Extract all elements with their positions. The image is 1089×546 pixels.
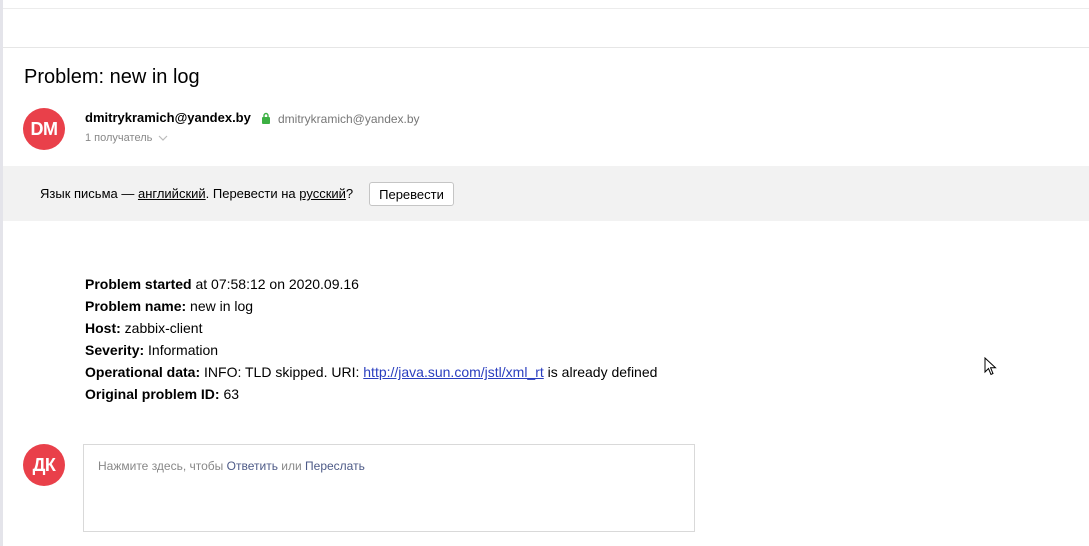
- quick-reply-box[interactable]: Нажмите здесь, чтобы Ответить или Пересл…: [83, 444, 695, 532]
- reply-middle: или: [277, 459, 306, 473]
- body-value: Information: [144, 342, 219, 358]
- translate-suffix: ?: [345, 186, 354, 201]
- left-rail: [0, 0, 3, 546]
- reply-avatar: ДК: [23, 444, 65, 486]
- email-body: Problem started at 07:58:12 on 2020.09.1…: [85, 273, 657, 405]
- reply-link[interactable]: Ответить: [227, 459, 278, 473]
- body-value: 63: [219, 386, 240, 402]
- translate-button[interactable]: Перевести: [369, 182, 454, 206]
- body-value: is already defined: [543, 364, 658, 380]
- target-language-link[interactable]: русский: [299, 186, 346, 201]
- body-line: Problem started at 07:58:12 on 2020.09.1…: [85, 273, 657, 295]
- body-label: Problem name:: [85, 298, 187, 314]
- recipients-count: 1 получатель: [85, 132, 153, 144]
- body-label: Problem started: [85, 276, 192, 292]
- email-subject: Problem: new in log: [24, 66, 200, 88]
- translate-bar: Язык письма — английский. Перевести на р…: [3, 166, 1089, 221]
- sender-email: dmitrykramich@yandex.by: [278, 112, 420, 126]
- quick-reply-prompt: Нажмите здесь, чтобы Ответить или Пересл…: [98, 459, 365, 473]
- translate-message: Язык письма — английский. Перевести на р…: [40, 186, 353, 201]
- lock-icon: [262, 112, 270, 124]
- body-label: Host:: [85, 320, 121, 336]
- uri-link[interactable]: http://java.sun.com/jstl/xml_rt: [363, 364, 544, 380]
- body-line: Original problem ID: 63: [85, 383, 657, 405]
- source-language-link[interactable]: английский: [138, 186, 206, 201]
- body-line: Host: zabbix-client: [85, 317, 657, 339]
- translate-middle: . Перевести на: [205, 186, 300, 201]
- toolbar-divider: [3, 8, 1089, 9]
- forward-link[interactable]: Переслать: [305, 459, 365, 473]
- body-value: at 07:58:12 on 2020.09.16: [191, 276, 359, 292]
- body-label: Operational data:: [85, 364, 201, 380]
- body-value: new in log: [186, 298, 254, 314]
- mouse-cursor-icon: [984, 357, 997, 376]
- body-value: zabbix-client: [120, 320, 203, 336]
- reply-prefix: Нажмите здесь, чтобы: [98, 459, 227, 473]
- top-toolbar: [3, 0, 1089, 48]
- body-value: INFO: TLD skipped. URI:: [200, 364, 364, 380]
- body-label: Original problem ID:: [85, 386, 220, 402]
- translate-prefix: Язык письма —: [40, 186, 138, 201]
- body-line: Operational data: INFO: TLD skipped. URI…: [85, 361, 657, 383]
- sender-name[interactable]: dmitrykramich@yandex.by: [85, 110, 251, 125]
- body-line: Problem name: new in log: [85, 295, 657, 317]
- chevron-down-icon: [158, 135, 168, 141]
- recipients-toggle[interactable]: 1 получатель: [85, 132, 168, 144]
- body-line: Severity: Information: [85, 339, 657, 361]
- sender-avatar[interactable]: DM: [23, 108, 65, 150]
- body-label: Severity:: [85, 342, 145, 358]
